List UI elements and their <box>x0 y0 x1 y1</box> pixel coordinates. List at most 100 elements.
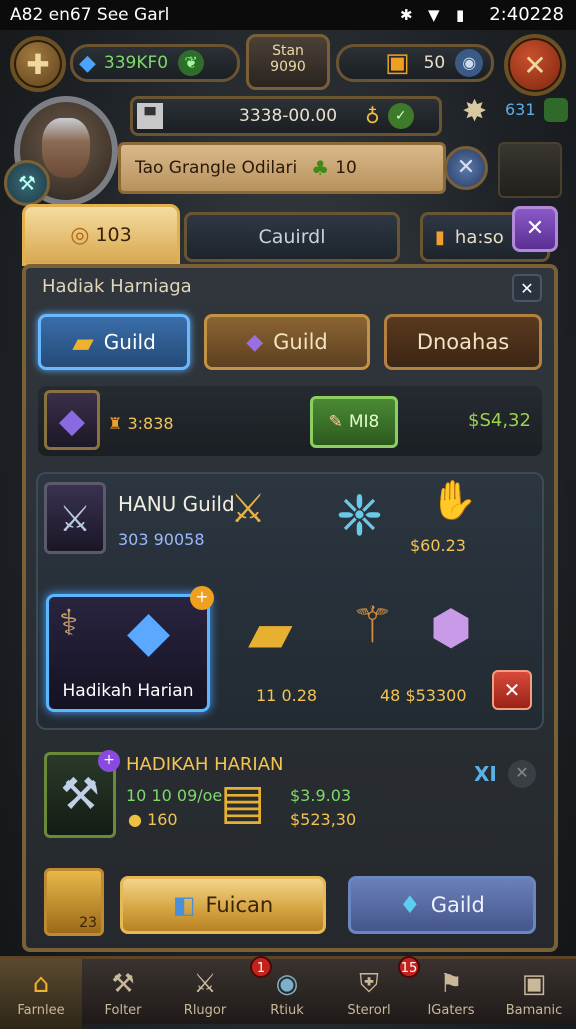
nav-badge-rtiuk: 1 <box>250 956 272 978</box>
featured-row-price-1: 11 0.28 <box>256 686 318 705</box>
swords-icon[interactable]: ✕ <box>444 146 488 190</box>
coin-icon: ◎ <box>70 222 90 248</box>
nav-badge-sterorl: 15 <box>398 956 420 978</box>
summary-item-price-wrap: ♜ 3:838 <box>108 414 174 433</box>
close-button[interactable]: ✕ <box>504 34 566 96</box>
featured-price: 303 90058 <box>118 530 205 549</box>
category-tab-dnoahas[interactable]: Dnoahas <box>384 314 542 370</box>
summary-buy-label: MI8 <box>348 412 380 432</box>
category-tab-guild-1[interactable]: ▰ Guild <box>38 314 190 370</box>
status-bar: A82 en67 See Garl ✱ ▼ ▮ 2:40228 <box>0 0 576 30</box>
daily-line-1-price: $3.9.03 <box>290 786 352 805</box>
hero-portrait <box>42 118 90 178</box>
currency-bar: ▀ 3338-00.00 ♁ ✓ <box>130 96 442 136</box>
daily-dismiss-button[interactable]: ✕ <box>508 760 536 788</box>
green-gem-icon <box>544 98 568 122</box>
category-tab-guild-2[interactable]: ◆ Guild <box>204 314 370 370</box>
chest-amount: 50 <box>423 53 446 73</box>
nav-igaters[interactable]: ⚑ IGaters <box>410 959 492 1029</box>
nav-folter[interactable]: ⚒ Folter <box>82 959 164 1029</box>
nav-label-0: Farnlee <box>17 1003 65 1018</box>
footer-item-slot[interactable]: 23 <box>44 868 104 936</box>
chest-counter[interactable]: ▣ 50 ◉ <box>336 44 494 82</box>
staff-icon: ⚕ <box>59 603 79 644</box>
plus-icon[interactable]: + <box>190 586 214 610</box>
wifi-icon: ▼ <box>428 6 440 24</box>
tab-guild-label: Cauirdl <box>258 226 326 248</box>
nav-farnlee[interactable]: ⌂ Farnlee <box>0 959 82 1029</box>
tab-guild[interactable]: Cauirdl <box>184 212 400 262</box>
status-left-text: A82 en67 See Garl <box>10 5 170 25</box>
nav-rlugor[interactable]: ⚔ Rlugor <box>164 959 246 1029</box>
daily-card[interactable]: ⚕ ◆ Hadikah Harian <box>46 594 210 712</box>
bottle-icon: ▮ <box>435 226 445 248</box>
blue-crystal-icon: ◆ <box>127 599 171 664</box>
guild-points: 10 <box>335 158 357 178</box>
sword-small-icon: ✎ <box>328 412 343 432</box>
dialog-close-button[interactable]: ✕ <box>512 274 542 302</box>
summary-item-price: 3:838 <box>127 414 174 433</box>
close-icon: ✕ <box>523 48 547 82</box>
plant-icon[interactable]: ❦ <box>178 50 205 76</box>
daily-close-mark[interactable]: XI <box>474 762 497 786</box>
daily-plus-icon: + <box>98 750 120 772</box>
category-tab-label-2: Guild <box>273 330 328 354</box>
home-button[interactable]: ✚ <box>10 36 66 92</box>
daily-line-2-wrap: ● 160 <box>128 810 178 829</box>
daily-line-2-price: $523,30 <box>290 810 357 829</box>
sword-icon: ⚔ <box>193 969 217 999</box>
bluetooth-icon: ✱ <box>400 6 413 24</box>
summary-item-slot[interactable]: ◆ <box>44 390 100 450</box>
gem-counter[interactable]: ◆ 339KF0 ❦ <box>70 44 240 82</box>
potion-blue-icon: ♦ <box>399 891 421 919</box>
guild-button-label: Gaild <box>430 893 485 917</box>
clover-icon: ♣ <box>311 156 330 180</box>
chest-icon: ▣ <box>385 48 410 78</box>
golden-book-icon[interactable]: ▰ <box>248 598 293 666</box>
nav-label-3: Rtiuk <box>270 1003 304 1018</box>
purple-gem-icon[interactable]: ⬢ <box>430 600 472 656</box>
stage-panel[interactable]: Stan 9090 <box>246 34 330 90</box>
shield-icon: ⛨ <box>359 969 379 999</box>
tools-icon[interactable]: ⚒ <box>4 160 50 206</box>
crystal-flower-icon[interactable]: ❈ <box>336 484 383 549</box>
gold-chest-icon[interactable]: ▤ <box>220 774 265 830</box>
coin-small-icon: ● <box>128 810 142 829</box>
daily-line-1: 10 10 09/oe <box>126 786 223 805</box>
leaf-icon: ✓ <box>387 103 414 129</box>
summary-total: $S4,32 <box>468 410 531 431</box>
nav-bamanic[interactable]: ▣ Bamanic <box>492 959 576 1029</box>
purple-crystal-icon: ◆ <box>58 401 86 441</box>
gem-icon: ◆ <box>79 50 96 76</box>
globe-icon[interactable]: ◉ <box>455 49 484 77</box>
nav-label-2: Rlugor <box>183 1003 227 1018</box>
nav-label-6: Bamanic <box>505 1003 563 1018</box>
remove-item-button[interactable]: ✕ <box>492 670 532 710</box>
golden-sword-icon[interactable]: ⚔ <box>230 486 266 532</box>
scepter-icon: ⚔ <box>58 499 92 540</box>
footer-slot-count: 23 <box>79 915 97 931</box>
side-slot[interactable] <box>498 142 562 198</box>
home-icon: ✚ <box>26 47 50 81</box>
bottom-nav: ⌂ Farnlee ⚒ Folter ⚔ Rlugor ◉ Rtiuk ⛨ St… <box>0 956 576 1029</box>
stage-label-bottom: 9090 <box>270 59 306 75</box>
gauntlet-icon[interactable]: ✋ <box>430 478 477 523</box>
orb-icon: ◉ <box>275 969 299 999</box>
tab-close-button[interactable]: ✕ <box>512 206 558 252</box>
summary-buy-button[interactable]: ✎ MI8 <box>310 396 398 448</box>
gem-purple-icon: ◆ <box>246 329 264 355</box>
golden-staff-icon[interactable]: ⚚ <box>350 596 395 654</box>
featured-item-slot[interactable]: ⚔ <box>44 482 106 554</box>
chat-icon: ▣ <box>521 969 547 999</box>
house-icon: ⌂ <box>32 969 50 999</box>
tab-gold-label: 103 <box>95 224 132 246</box>
daily-title: HADIKAH HARIAN <box>126 754 284 775</box>
buy-button[interactable]: ◧ Fuican <box>120 876 326 934</box>
blue-block-icon: ◧ <box>172 891 196 919</box>
tab-gold[interactable]: ◎ 103 <box>22 204 180 266</box>
tab-extra-label: ha:so <box>454 226 504 248</box>
featured-row-price-2: 48 $53300 <box>380 686 467 705</box>
guild-button[interactable]: ♦ Gaild <box>348 876 536 934</box>
featured-item-price: $60.23 <box>410 536 466 555</box>
guild-name-banner[interactable]: Tao Grangle Odilari ♣ 10 <box>118 142 446 194</box>
